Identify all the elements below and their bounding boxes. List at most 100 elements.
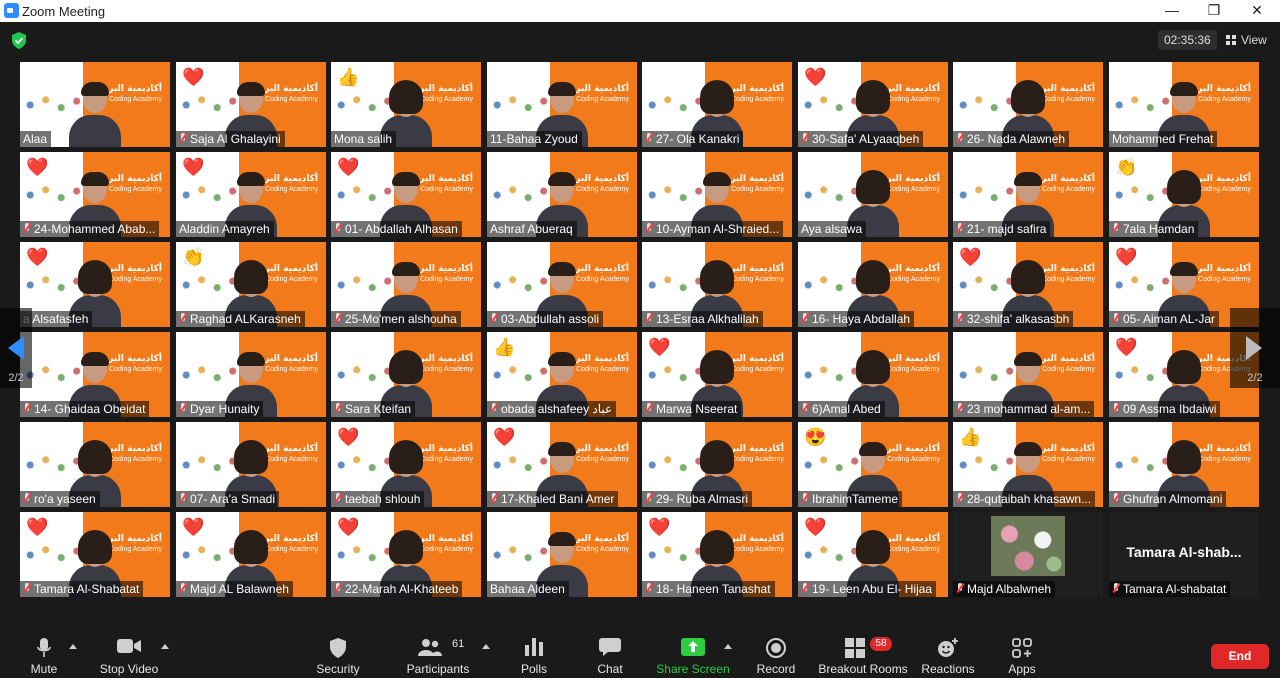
participant-tile[interactable]: أكاديمية البرمجة Coding Academy ro'a yasee… (20, 422, 170, 507)
muted-mic-icon (23, 403, 31, 414)
participant-tile[interactable]: أكاديمية البرمجة Coding Academy 03-Abdulla… (487, 242, 637, 327)
record-label: Record (756, 662, 796, 676)
end-meeting-button[interactable]: End (1211, 644, 1269, 669)
previous-page-button[interactable]: 2/2 (0, 308, 32, 388)
participant-name: 23 mohammad al-am... (967, 402, 1091, 416)
participant-tile[interactable]: أكاديمية البرمجة Coding Academy ❤️ Majd AL … (176, 512, 326, 597)
participant-name: Mona salih (334, 132, 393, 146)
muted-mic-icon (334, 583, 342, 594)
participant-tile[interactable]: أكاديمية البرمجة Coding Academy ❤️ 24-Moham… (20, 152, 170, 237)
participant-tile[interactable]: أكاديمية البرمجة Coding Academy ❤️ 18- Hane… (642, 512, 792, 597)
participant-name: Aladdin Amayreh (179, 222, 270, 236)
participant-name: 24-Mohammed Abab... (34, 222, 156, 236)
participant-tile[interactable]: أكاديمية البرمجة Coding Academy 😍 IbrahimTa… (798, 422, 948, 507)
participant-tile[interactable]: أكاديمية البرمجة Coding Academy ❤️ 30-Safa'… (798, 62, 948, 147)
participant-tile[interactable]: أكاديمية البرمجة Coding Academy ❤️ 19- Leen… (798, 512, 948, 597)
participant-tile[interactable]: أكاديمية البرمجة Coding Academy 👍 obada als… (487, 332, 637, 417)
breakout-rooms-button[interactable]: 58 Breakout Rooms (818, 630, 908, 678)
participant-tile[interactable]: أكاديمية البرمجة Coding Academy 25-Mo'men … (331, 242, 481, 327)
microphone-icon (37, 638, 51, 657)
participant-tile[interactable]: أكاديمية البرمجة Coding Academy 👍 Mona sali… (331, 62, 481, 147)
participant-tile[interactable]: أكاديمية البرمجة Coding Academy 26- Nada A… (953, 62, 1103, 147)
participant-name-label: 23 mohammad al-am... (953, 401, 1095, 417)
next-page-button[interactable]: 2/2 (1230, 308, 1280, 388)
muted-mic-icon (645, 133, 653, 144)
participant-tile[interactable]: أكاديمية البرمجة Coding Academy 10-Ayman A… (642, 152, 792, 237)
participant-tile[interactable]: أكاديمية البرمجة Coding Academy 6)Amal Abe… (798, 332, 948, 417)
participant-tile[interactable]: أكاديمية البرمجة Coding Academy 14- Ghaida… (20, 332, 170, 417)
chat-button[interactable]: Chat (588, 630, 632, 678)
mute-button[interactable]: Mute (22, 630, 66, 678)
participant-tile[interactable]: أكاديمية البرمجة Coding Academy ❤️ Saja Al … (176, 62, 326, 147)
participants-button[interactable]: 61 Participants (400, 630, 476, 678)
participant-tile[interactable]: أكاديمية البرمجة Coding Academy Sara Kteif… (331, 332, 481, 417)
participant-tile[interactable]: أكاديمية البرمجة Coding Academy 16- Haya A… (798, 242, 948, 327)
participant-tile[interactable]: أكاديمية البرمجة Coding Academy 07- Ara'a … (176, 422, 326, 507)
participant-tile[interactable]: Tamara Al-shab... Tamara Al-shabatat (1109, 512, 1259, 597)
participant-tile[interactable]: أكاديمية البرمجة Coding Academy 13-Esraa A… (642, 242, 792, 327)
record-icon (766, 638, 786, 658)
participant-tile[interactable]: أكاديمية البرمجة Coding Academy ❤️ 17-Khale… (487, 422, 637, 507)
audio-options-caret[interactable] (69, 644, 77, 649)
participants-options-caret[interactable] (482, 644, 490, 649)
record-button[interactable]: Record (752, 630, 800, 678)
apps-button[interactable]: Apps (1002, 630, 1042, 678)
participant-tile[interactable]: أكاديمية البرمجة Coding Academy Dyar Hunai… (176, 332, 326, 417)
muted-mic-icon (1112, 313, 1120, 324)
share-screen-button[interactable]: Share Screen (656, 630, 730, 678)
participant-name: Alaa (23, 132, 48, 146)
muted-mic-icon (645, 493, 653, 504)
participant-tile[interactable]: أكاديمية البرمجة Coding Academy Bahaa Alde… (487, 512, 637, 597)
participant-name: taebah shlouh (345, 492, 421, 506)
reaction-emoji: 👏 (182, 247, 205, 267)
participant-tile[interactable]: أكاديمية البرمجة Coding Academy Aya alsawa (798, 152, 948, 237)
participant-name-label: 17-Khaled Bani Amer (487, 491, 619, 507)
participant-name-label: Sara Kteifan (331, 401, 416, 417)
share-options-caret[interactable] (724, 644, 732, 649)
minimize-button[interactable]: — (1152, 0, 1192, 22)
participant-tile[interactable]: Majd Albalwneh (953, 512, 1103, 597)
participant-tile[interactable]: أكاديمية البرمجة Coding Academy ❤️ 01- Abda… (331, 152, 481, 237)
participant-tile[interactable]: أكاديمية البرمجة Coding Academy ❤️ Tamara A… (20, 512, 170, 597)
participant-tile[interactable]: أكاديمية البرمجة Coding Academy 23 mohamma… (953, 332, 1103, 417)
participant-tile[interactable]: أكاديمية البرمجة Coding Academy ❤️ taebah s… (331, 422, 481, 507)
meeting-timer: 02:35:36 (1158, 30, 1217, 50)
maximize-button[interactable]: ❐ (1194, 0, 1234, 22)
participant-name-label: Ghufran Almomani (1109, 491, 1227, 507)
polls-button[interactable]: Polls (512, 630, 556, 678)
close-window-button[interactable]: ✕ (1237, 0, 1277, 22)
participant-tile[interactable]: أكاديمية البرمجة Coding Academy ❤️ Aladdin … (176, 152, 326, 237)
participant-name-label: 27- Ola Kanakri (642, 131, 744, 147)
participant-tile[interactable]: أكاديمية البرمجة Coding Academy Alaa (20, 62, 170, 147)
participant-tile[interactable]: أكاديمية البرمجة Coding Academy ❤️ Marwa Ns… (642, 332, 792, 417)
participant-tile[interactable]: أكاديمية البرمجة Coding Academy 👏 7ala Hamd… (1109, 152, 1259, 237)
participant-tile[interactable]: أكاديمية البرمجة Coding Academy Ashraf Abu… (487, 152, 637, 237)
participant-tile[interactable]: أكاديمية البرمجة Coding Academy ❤️ 32-shifa… (953, 242, 1103, 327)
people-icon (418, 639, 442, 656)
participant-tile[interactable]: أكاديمية البرمجة Coding Academy Ghufran Al… (1109, 422, 1259, 507)
participant-tile[interactable]: أكاديمية البرمجة Coding Academy 👏 Raghad AL… (176, 242, 326, 327)
participant-name: 07- Ara'a Smadi (190, 492, 276, 506)
stop-video-button[interactable]: Stop Video (96, 630, 162, 678)
participant-tile[interactable]: أكاديمية البرمجة Coding Academy Mohammed F… (1109, 62, 1259, 147)
video-options-caret[interactable] (161, 644, 169, 649)
participant-tile[interactable]: أكاديمية البرمجة Coding Academy ❤️ 22-Marah… (331, 512, 481, 597)
reaction-emoji: ❤️ (337, 427, 360, 447)
participant-name: 27- Ola Kanakri (656, 132, 740, 146)
reactions-button[interactable]: Reactions (920, 630, 976, 678)
participant-tile[interactable]: أكاديمية البرمجة Coding Academy 29- Ruba A… (642, 422, 792, 507)
encryption-shield-icon[interactable] (11, 32, 27, 49)
participant-tile[interactable]: أكاديمية البرمجة Coding Academy 11-Bahaa Z… (487, 62, 637, 147)
participant-tile[interactable]: أكاديمية البرمجة Coding Academy 27- Ola Ka… (642, 62, 792, 147)
participant-tile[interactable]: أكاديمية البرمجة Coding Academy 21- majd s… (953, 152, 1103, 237)
page-indicator-right: 2/2 (1247, 372, 1263, 384)
participant-name-label: Tamara Al-Shabatat (20, 581, 144, 597)
muted-mic-icon (645, 583, 653, 594)
participant-tile[interactable]: أكاديمية البرمجة Coding Academy ❤️ a Alsafa… (20, 242, 170, 327)
view-button[interactable]: View (1226, 30, 1267, 50)
security-button[interactable]: Security (310, 630, 366, 678)
reaction-emoji: ❤️ (804, 67, 827, 87)
participant-tile[interactable]: أكاديمية البرمجة Coding Academy 👍 28-qutaib… (953, 422, 1103, 507)
grid-view-icon (1226, 35, 1236, 45)
participant-name: 22-Marah Al-Khateeb (345, 582, 459, 596)
